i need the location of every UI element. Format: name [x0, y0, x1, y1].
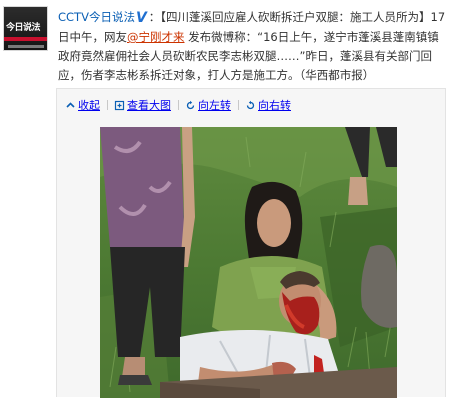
- weibo-post: 今日说法 CCTV今日说法V ：【四川蓬溪回应雇人砍断拆迁户双腿：施工人员所为】1…: [0, 0, 450, 398]
- post-text: CCTV今日说法V ：【四川蓬溪回应雇人砍断拆迁户双腿：施工人员所为】17日中午，…: [58, 8, 446, 85]
- rotate-right-button[interactable]: 向右转: [245, 97, 291, 113]
- rotate-left-button[interactable]: 向左转: [185, 97, 231, 113]
- rotate-left-icon: [186, 100, 195, 109]
- author-avatar[interactable]: 今日说法: [3, 6, 48, 51]
- rotate-right-icon: [246, 100, 255, 109]
- verified-badge-icon[interactable]: V: [136, 9, 147, 28]
- photo-illustration: [100, 127, 397, 398]
- toolbar-divider: [238, 100, 239, 110]
- collapse-icon: [66, 101, 75, 108]
- post-colon: ：: [148, 10, 161, 24]
- zoom-icon: [114, 100, 125, 110]
- collapse-button[interactable]: 收起: [65, 97, 100, 113]
- view-large-button[interactable]: 查看大图: [114, 97, 171, 113]
- view-large-label: 查看大图: [127, 99, 171, 112]
- author-name-link[interactable]: CCTV今日说法: [58, 10, 135, 24]
- rotate-right-label: 向右转: [258, 99, 291, 112]
- avatar-logo-bar: [4, 37, 47, 41]
- collapse-label: 收起: [78, 99, 100, 112]
- mention-link[interactable]: @宁刚才来: [127, 30, 185, 44]
- avatar-logo-text: 今日说法: [6, 23, 41, 33]
- avatar-logo-sub: [8, 45, 44, 48]
- media-toolbar: 收起 查看大图 向左转 向右转: [65, 97, 291, 113]
- media-panel: 收起 查看大图 向左转 向右转: [56, 88, 446, 398]
- post-photo[interactable]: [100, 127, 397, 398]
- rotate-left-label: 向左转: [198, 99, 231, 112]
- toolbar-divider: [178, 100, 179, 110]
- toolbar-divider: [107, 100, 108, 110]
